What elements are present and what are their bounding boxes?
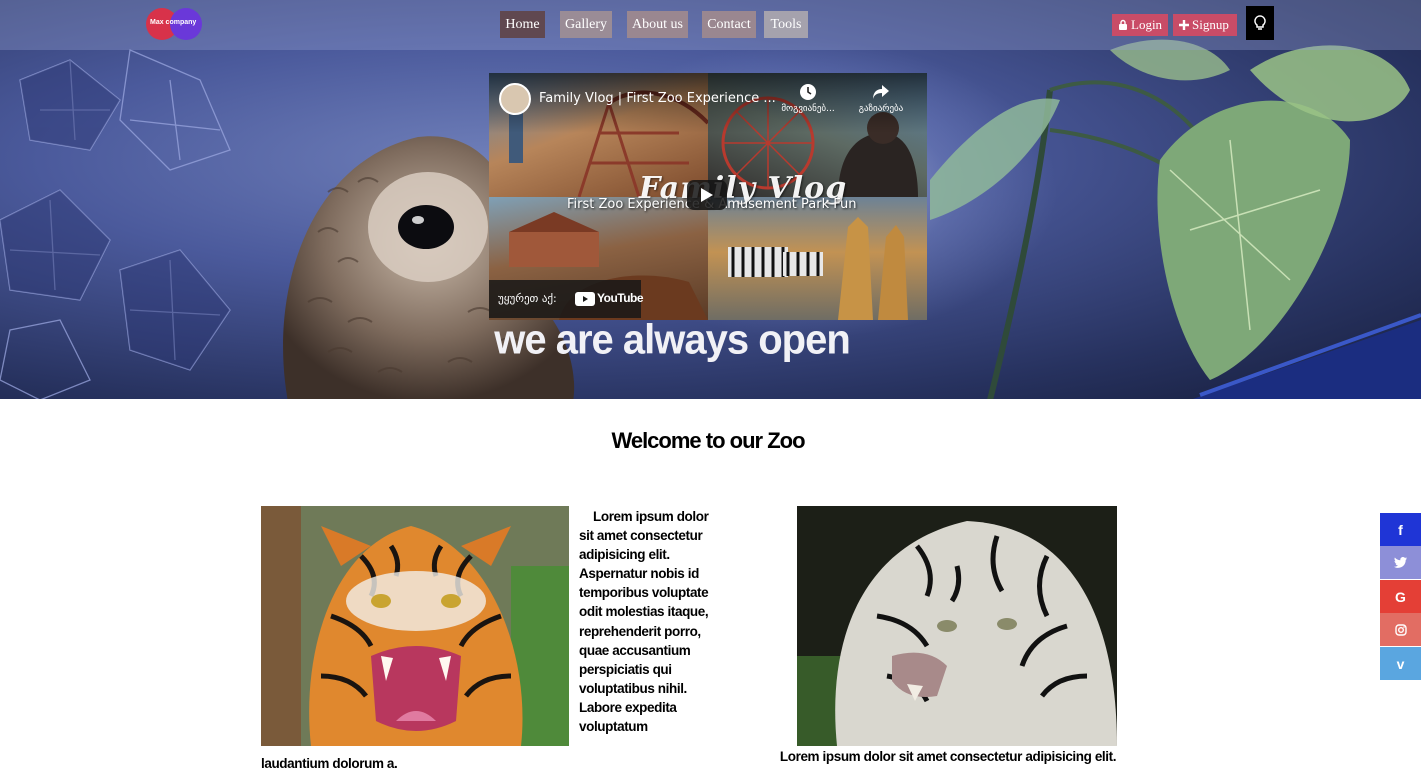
youtube-wordmark: YouTube	[597, 291, 644, 305]
nav-about-us[interactable]: About us	[627, 11, 688, 38]
share-label: გაზიარება	[858, 104, 904, 114]
lock-icon	[1119, 19, 1127, 30]
facebook-link[interactable]: f	[1380, 513, 1421, 546]
ivy-leaves-image	[0, 49, 231, 399]
nav-contact[interactable]: Contact	[702, 11, 756, 38]
instagram-icon	[1394, 623, 1407, 636]
theme-toggle-button[interactable]	[1246, 6, 1274, 40]
watch-later-button[interactable]: მოგვიანებ...	[773, 83, 843, 114]
signup-label: Signup	[1192, 17, 1229, 32]
twitter-icon	[1394, 557, 1407, 568]
hero-caption: we are always open	[494, 316, 851, 364]
plus-icon	[1179, 20, 1189, 30]
vimeo-link[interactable]: v	[1380, 647, 1421, 680]
twitter-link[interactable]	[1380, 546, 1421, 579]
white-tiger-caption: Lorem ipsum dolor sit amet consectetur a…	[779, 749, 1117, 764]
signup-button[interactable]: Signup	[1173, 14, 1237, 36]
logo-text: Max company	[150, 19, 197, 26]
welcome-heading: Welcome to our Zoo	[611, 428, 805, 453]
top-navbar: Max company Home Gallery About us Contac…	[0, 0, 1421, 50]
roaring-tiger-image	[261, 506, 569, 746]
share-icon	[873, 85, 889, 99]
google-icon: G	[1395, 588, 1406, 605]
login-label: Login	[1131, 17, 1163, 32]
watch-later-label: მოგვიანებ...	[781, 104, 835, 114]
watch-on-youtube-button[interactable]: უყურეთ აქ: YouTube	[489, 280, 644, 318]
nav-tools[interactable]: Tools	[764, 11, 808, 38]
play-icon	[701, 188, 713, 202]
google-link[interactable]: G	[1380, 580, 1421, 613]
video-thumb-zebras-giraffes	[708, 197, 927, 320]
white-tiger-image	[797, 506, 1117, 746]
plant-leaves-image	[930, 39, 1421, 399]
clock-icon	[800, 84, 816, 100]
video-title[interactable]: Family Vlog | First Zoo Experience ...	[539, 91, 779, 106]
lightbulb-icon	[1254, 15, 1266, 30]
company-logo[interactable]: Max company	[146, 8, 206, 40]
vimeo-icon: v	[1396, 655, 1405, 672]
intro-paragraph: Lorem ipsum dolor sit amet consectetur a…	[579, 509, 709, 735]
share-button[interactable]: გაზიარება	[846, 83, 916, 114]
watch-on-label: უყურეთ აქ:	[498, 292, 557, 305]
youtube-video-embed[interactable]: Family Vlog | First Zoo Experience ... მ…	[489, 73, 927, 320]
video-play-button[interactable]	[687, 180, 727, 210]
nav-home[interactable]: Home	[500, 11, 545, 38]
login-button[interactable]: Login	[1112, 14, 1168, 36]
youtube-icon	[575, 292, 595, 306]
nav-gallery[interactable]: Gallery	[560, 11, 612, 38]
channel-avatar[interactable]	[499, 83, 531, 115]
instagram-link[interactable]	[1380, 613, 1421, 646]
intro-paragraph-tail: laudantium dolorum a.	[261, 756, 398, 771]
facebook-icon: f	[1398, 521, 1403, 538]
